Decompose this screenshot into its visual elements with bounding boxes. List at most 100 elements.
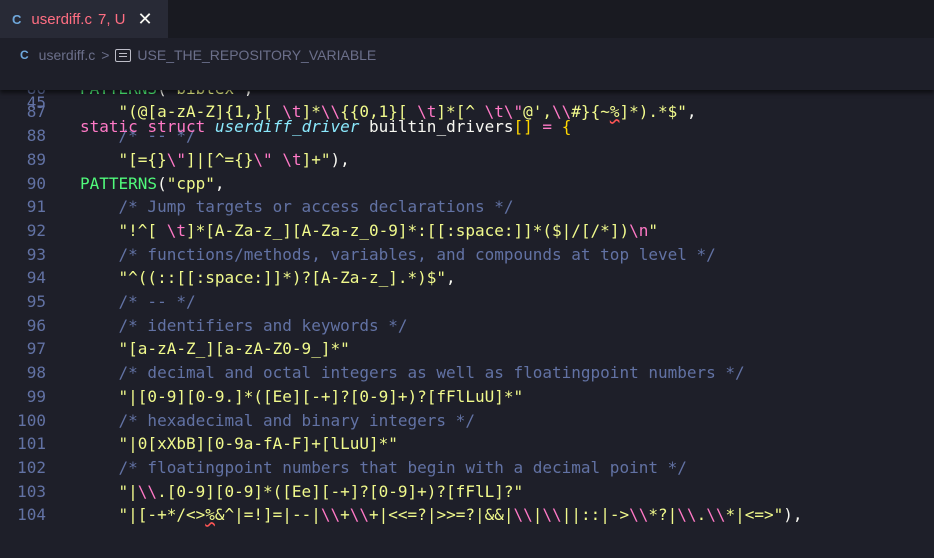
code-token: struct	[147, 117, 206, 136]
code-token: .[0-9][0-9]*([Ee][-+]?[0-9]+)?[fFlL]?"	[157, 481, 524, 501]
tab-userdiff-c[interactable]: C userdiff.c 7, U ✕	[0, 0, 168, 38]
code-token: \\	[542, 505, 562, 525]
c-file-icon: C	[12, 11, 22, 27]
code-token: \\	[706, 505, 726, 525]
code-token: =	[542, 117, 553, 136]
code-text: /* identifiers and keywords */	[80, 314, 408, 338]
code-token: \\	[513, 505, 533, 525]
code-text: /* -- */	[80, 290, 196, 314]
code-line: 95 /* -- */	[0, 290, 934, 314]
code-text: static struct userdiff_driver builtin_dr…	[80, 115, 571, 139]
code-text: "^((::[[:space:]]*)?[A-Za-z_].*)$",	[80, 266, 456, 290]
code-token: +	[340, 505, 350, 525]
code-token: *|<=>"	[725, 505, 784, 525]
breadcrumb-symbol[interactable]: USE_THE_REPOSITORY_VARIABLE	[137, 47, 376, 63]
code-token: /* Jump targets or access declarations *…	[118, 197, 514, 217]
code-line: 94 "^((::[[:space:]]*)?[A-Za-z_].*)$",	[0, 266, 934, 290]
code-token: /* functions/methods, variables, and com…	[118, 244, 716, 264]
code-token: \\	[349, 505, 370, 525]
code-token: /* hexadecimal and binary integers */	[118, 410, 475, 430]
code-line: 93 /* functions/methods, variables, and …	[0, 243, 934, 267]
line-number: 95	[26, 292, 46, 311]
code-line: 100 /* hexadecimal and binary integers *…	[0, 409, 934, 433]
code-token: \\	[677, 505, 697, 525]
code-token: "[={}	[118, 149, 167, 169]
code-line: 90 PATTERNS("cpp",	[0, 172, 934, 196]
code-token: (	[157, 173, 167, 193]
code-token: #}{~	[571, 102, 610, 122]
code-token: ]+"	[301, 149, 331, 169]
code-token: /* identifiers and keywords */	[118, 315, 408, 335]
code-token: "	[648, 220, 658, 240]
code-token: ]*[A-Za-z_][A-Za-z_0-9]*:[[:space:]]*($|…	[185, 220, 630, 240]
code-token: +|<<=?|>>=?|&&|	[369, 505, 514, 525]
code-line: 104 "|[-+*/<>%&^|=!]=|--|\\+\\+|<<=?|>>=…	[0, 503, 934, 527]
code-token: \"	[166, 149, 186, 169]
code-token: /* decimal and octal integers as well as…	[118, 363, 745, 383]
code-text: "|\\.[0-9][0-9]*([Ee][-+]?[0-9]+)?[fFlL]…	[80, 480, 524, 504]
code-line: 99 "|[0-9][0-9.]*([Ee][-+]?[0-9]+)?[fFlL…	[0, 385, 934, 409]
code-token: /* floatingpoint numbers that begin with…	[118, 457, 687, 477]
code-token: {	[561, 117, 572, 136]
c-file-icon: C	[20, 48, 29, 62]
line-number: 104	[17, 505, 46, 525]
code-token: ),	[330, 149, 350, 169]
code-token: "|[-+*/<>	[118, 505, 206, 525]
code-token: "|0[xXbB][0-9a-fA-F]+[lLuU]*"	[118, 434, 398, 454]
breadcrumb: C userdiff.c > USE_THE_REPOSITORY_VARIAB…	[0, 44, 934, 66]
tab-status-badge: 7, U	[97, 10, 126, 28]
code-token: *?|	[648, 505, 678, 525]
code-token: \"	[253, 149, 273, 169]
close-icon[interactable]: ✕	[138, 9, 153, 30]
code-token: %	[205, 505, 215, 525]
line-number: 93	[26, 244, 46, 264]
line-number: 96	[26, 315, 46, 335]
code-token: ,	[446, 268, 456, 288]
sticky-scroll-header[interactable]: 45 static struct userdiff_driver builtin…	[0, 68, 934, 136]
code-line: 91 /* Jump targets or access declaration…	[0, 195, 934, 219]
code-token: builtin_drivers	[359, 117, 514, 136]
code-token: "|[0-9][0-9.]*([Ee][-+]?[0-9]+)?[fFlLuU]…	[118, 386, 524, 406]
code-text: "[={}\"]|[^={}\" \t]+"),	[80, 148, 350, 172]
code-text: /* hexadecimal and binary integers */	[80, 409, 475, 433]
code-editor[interactable]: 45 static struct userdiff_driver builtin…	[0, 68, 934, 558]
code-token: "!^[	[118, 220, 167, 240]
code-token: \n	[629, 220, 649, 240]
code-token: ),	[783, 505, 803, 525]
breadcrumb-file[interactable]: userdiff.c	[39, 47, 96, 63]
code-token: ]*).*$"	[619, 102, 687, 122]
line-number: 103	[17, 481, 46, 501]
code-token: |	[532, 505, 543, 525]
code-line: 101 "|0[xXbB][0-9a-fA-F]+[lLuU]*"	[0, 432, 934, 456]
code-text: "!^[ \t]*[A-Za-z_][A-Za-z_0-9]*:[[:space…	[80, 219, 658, 243]
code-token: "[a-zA-Z_][a-zA-Z0-9_]*"	[118, 339, 350, 359]
code-text: /* functions/methods, variables, and com…	[80, 243, 716, 267]
chevron-right-icon: >	[101, 47, 110, 63]
code-token: \\	[629, 505, 649, 525]
code-line: 102 /* floatingpoint numbers that begin …	[0, 456, 934, 480]
code-token: ||::|->	[561, 505, 630, 525]
code-token: \t	[282, 149, 302, 169]
code-token: \\	[320, 505, 341, 525]
line-number: 90	[26, 173, 46, 193]
code-line: 98 /* decimal and octal integers as well…	[0, 361, 934, 385]
code-line: 103 "|\\.[0-9][0-9]*([Ee][-+]?[0-9]+)?[f…	[0, 480, 934, 504]
code-text: /* floatingpoint numbers that begin with…	[80, 456, 687, 480]
code-token: ,	[686, 102, 697, 122]
code-token: /* -- */	[118, 292, 196, 311]
code-line: 96 /* identifiers and keywords */	[0, 314, 934, 338]
code-token: ,	[214, 173, 225, 193]
